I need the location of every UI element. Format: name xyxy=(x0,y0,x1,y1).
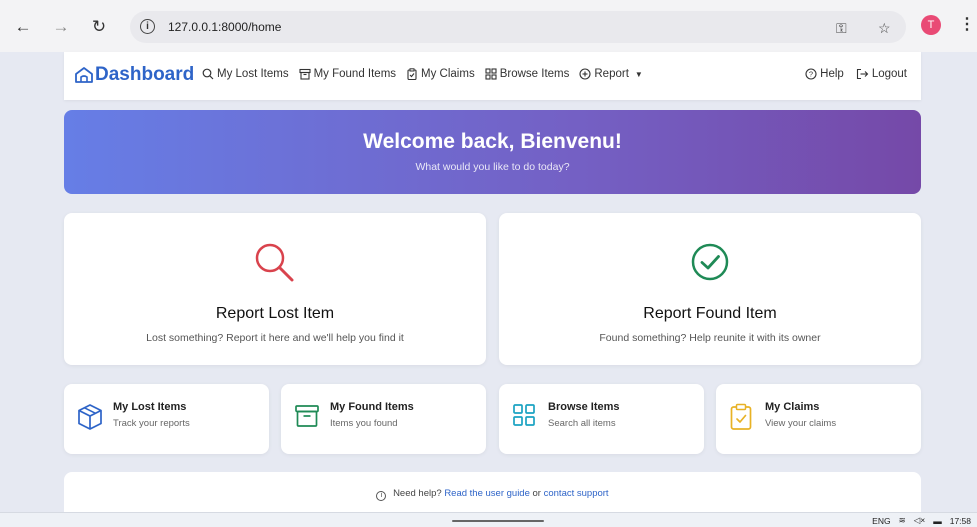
key-icon[interactable]: ⚿ xyxy=(836,20,847,37)
report-lost-card[interactable]: Report Lost Item Lost something? Report … xyxy=(64,213,486,365)
help-prefix: Need help? xyxy=(393,488,442,499)
welcome-subtitle: What would you like to do today? xyxy=(415,161,570,173)
nav-help-label: Help xyxy=(820,68,844,80)
quick-link-subtitle: Items you found xyxy=(330,418,398,429)
nav-menu: My Lost Items My Found Items My Claims B… xyxy=(202,68,643,80)
menu-kebab-icon[interactable]: ⋮ xyxy=(959,14,975,34)
quick-link-title: My Lost Items xyxy=(113,401,187,413)
url-text[interactable]: 127.0.0.1:8000/home xyxy=(168,20,281,34)
quick-link-subtitle: Track your reports xyxy=(113,418,190,429)
quick-link-title: My Claims xyxy=(765,401,820,413)
nav-logout[interactable]: Logout xyxy=(856,68,907,80)
nav-report-label: Report xyxy=(594,68,629,80)
clipboard-icon xyxy=(407,68,417,80)
brand-text: Dashboard xyxy=(95,64,195,85)
wifi-icon[interactable]: ≋ xyxy=(899,515,906,526)
quick-link-subtitle: View your claims xyxy=(765,418,837,429)
nav-right: ? Help Logout xyxy=(805,68,907,80)
quick-link-title: Browse Items xyxy=(548,401,620,413)
battery-icon[interactable]: ▬ xyxy=(933,516,942,526)
report-found-card[interactable]: Report Found Item Found something? Help … xyxy=(499,213,921,365)
contact-support-link[interactable]: contact support xyxy=(544,488,609,499)
report-lost-title: Report Lost Item xyxy=(215,305,335,322)
profile-avatar[interactable]: T xyxy=(921,15,941,35)
quick-link-title: My Found Items xyxy=(330,401,414,413)
quick-link-my-claims[interactable]: My Claims View your claims xyxy=(716,384,921,454)
quick-link-my-lost-items[interactable]: My Lost Items Track your reports xyxy=(64,384,269,454)
search-icon xyxy=(202,68,214,80)
clock[interactable]: 17:58 xyxy=(950,516,971,526)
report-lost-desc: Lost something? Report it here and we'll… xyxy=(146,332,404,344)
welcome-banner: Welcome back, Bienvenu! What would you l… xyxy=(64,110,921,194)
os-taskbar: ENG ≋ ◁× ▬ 17:58 xyxy=(0,512,977,527)
nav-my-claims-label: My Claims xyxy=(421,68,475,80)
caret-down-icon: ▼ xyxy=(634,69,643,79)
report-found-desc: Found something? Help reunite it with it… xyxy=(599,332,821,344)
quick-link-browse-items[interactable]: Browse Items Search all items xyxy=(499,384,704,454)
nav-browse-items[interactable]: Browse Items xyxy=(485,68,570,80)
address-bar[interactable]: i 127.0.0.1:8000/home ⚿ ☆ xyxy=(130,11,906,43)
report-found-title: Report Found Item xyxy=(643,305,777,322)
language-indicator[interactable]: ENG xyxy=(872,516,890,526)
help-bar: i Need help? Read the user guide or cont… xyxy=(64,472,921,512)
grid-icon xyxy=(513,404,535,426)
plus-circle-icon xyxy=(579,68,591,80)
taskbar-handle[interactable] xyxy=(452,520,544,522)
nav-my-lost-items[interactable]: My Lost Items xyxy=(202,68,289,80)
back-arrow-icon[interactable]: ← xyxy=(10,14,36,40)
box-icon xyxy=(78,404,102,430)
welcome-title: Welcome back, Bienvenu! xyxy=(363,130,622,153)
archive-icon xyxy=(299,68,311,80)
grid-icon xyxy=(485,68,497,80)
nav-browse-items-label: Browse Items xyxy=(499,68,570,80)
nav-help[interactable]: ? Help xyxy=(805,68,844,80)
clipboard-check-icon xyxy=(730,403,752,430)
question-circle-icon: ? xyxy=(805,68,817,80)
user-guide-link[interactable]: Read the user guide xyxy=(444,488,530,499)
logout-icon xyxy=(856,68,869,80)
help-or: or xyxy=(532,488,541,499)
nav-report-dropdown[interactable]: Report ▼ xyxy=(579,68,643,80)
reload-icon[interactable]: ↻ xyxy=(86,14,112,40)
browser-toolbar: ← → ↻ i 127.0.0.1:8000/home ⚿ ☆ T ⋮ xyxy=(0,0,977,52)
star-icon[interactable]: ☆ xyxy=(878,20,891,37)
volume-icon[interactable]: ◁× xyxy=(914,515,926,526)
quick-link-my-found-items[interactable]: My Found Items Items you found xyxy=(281,384,486,454)
brand-link[interactable]: Dashboard xyxy=(74,64,194,86)
nav-my-found-items-label: My Found Items xyxy=(313,68,397,80)
site-info-icon[interactable]: i xyxy=(140,19,155,34)
quick-link-subtitle: Search all items xyxy=(548,418,616,429)
app-navbar: Dashboard My Lost Items My Found Items M… xyxy=(64,52,921,100)
info-circle-icon: i xyxy=(376,491,387,501)
system-tray: ENG ≋ ◁× ▬ 17:58 xyxy=(872,515,971,526)
nav-my-claims[interactable]: My Claims xyxy=(406,68,475,80)
svg-text:?: ? xyxy=(809,70,813,79)
nav-logout-label: Logout xyxy=(871,68,907,80)
check-circle-icon xyxy=(691,243,729,281)
forward-arrow-icon[interactable]: → xyxy=(48,14,74,40)
nav-my-found-items[interactable]: My Found Items xyxy=(299,68,396,80)
magnifier-icon xyxy=(255,243,294,282)
nav-my-lost-items-label: My Lost Items xyxy=(217,68,289,80)
home-icon xyxy=(75,67,93,83)
archive-icon xyxy=(295,405,319,427)
